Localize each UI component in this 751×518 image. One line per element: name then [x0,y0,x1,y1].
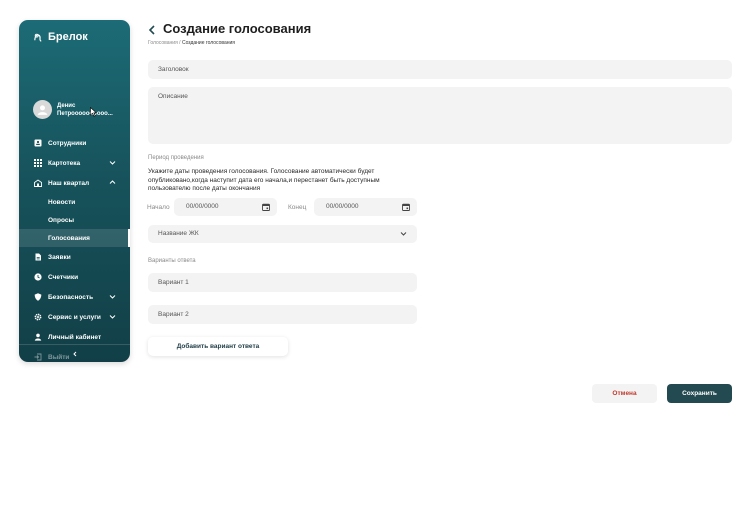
title-input[interactable]: Заголовок [148,60,732,79]
residential-complex-placeholder: Название ЖК [158,230,199,237]
brand-logo[interactable]: Брелок [33,31,88,43]
description-textarea[interactable]: Описание [148,87,732,144]
start-date-label: Начало [147,204,170,211]
start-date-value: 00/00/0000 [186,203,219,210]
sidebar-item-label: Заявки [48,253,71,261]
sidebar-item-catalog[interactable]: Картотека [19,153,130,173]
period-label: Период проведения [148,155,204,161]
mouse-cursor-icon [90,107,97,117]
sidebar-item-label: Безопасность [48,293,94,301]
sidebar-item-requests[interactable]: Заявки [19,247,130,267]
chevron-down-icon [109,315,116,319]
variant-input[interactable]: Вариант 2 [148,305,417,324]
sidebar-item-services[interactable]: Сервис и услуги [19,307,130,327]
buildings-icon [33,179,42,188]
breadcrumb-current: Создание голосования [181,40,236,46]
end-date-input[interactable]: 00/00/0000 [314,198,417,216]
logo-icon [34,33,42,42]
end-date-value: 00/00/0000 [326,203,359,210]
sidebar-item-label: Картотека [48,159,81,167]
save-button[interactable]: Сохранить [667,384,732,403]
variants-label: Варианты ответа [148,258,196,264]
residential-complex-select[interactable]: Название ЖК [148,225,417,243]
chevron-up-icon [109,180,116,184]
sidebar-item-meters[interactable]: Счетчики [19,267,130,287]
chevron-down-icon [109,161,116,165]
chevron-down-icon [400,232,407,236]
sidebar-nav: Сотрудники Картотека Наш квартал Новости… [19,133,130,362]
user-icon [33,333,42,342]
breadcrumb-parent[interactable]: Голосования [148,40,178,46]
sidebar-item-label: Сервис и услуги [48,313,101,321]
avatar [33,100,52,119]
sidebar-item-security[interactable]: Безопасность [19,287,130,307]
page-title: Создание голосования [163,21,312,36]
user-name: Денис Петроооооооооо... [57,102,113,117]
sidebar-item-label: Личный кабинет [48,333,102,341]
collapse-sidebar-button[interactable] [19,344,130,362]
document-icon [33,253,42,262]
gear-icon [33,313,42,322]
sidebar-item-label: Наш квартал [48,179,90,187]
grid-icon [33,159,42,168]
period-hint: Укажите даты проведения голосования. Гол… [148,168,380,192]
sidebar-subitem-polls[interactable]: Опросы [19,211,130,229]
sidebar-subitem-news[interactable]: Новости [19,193,130,211]
breadcrumb: Голосования / Создание голосования [148,40,235,46]
user-profile[interactable]: Денис Петроооооооооо... [33,100,117,119]
sidebar-subitem-votings[interactable]: Голосования [19,229,130,247]
chevron-down-icon [109,295,116,299]
calendar-icon[interactable] [402,203,410,211]
calendar-icon[interactable] [262,203,270,211]
sidebar-item-label: Сотрудники [48,139,87,147]
end-date-label: Конец [288,204,307,211]
back-arrow-icon[interactable] [147,24,157,36]
sidebar-item-our-quarter[interactable]: Наш квартал [19,173,130,193]
cancel-button[interactable]: Отмена [592,384,657,403]
brand-name: Брелок [48,31,88,43]
badge-icon [33,139,42,148]
variant-input[interactable]: Вариант 1 [148,273,417,292]
sidebar: Брелок Денис Петроооооооооо... Сотрудник… [19,20,130,362]
add-variant-button[interactable]: Добавить вариант ответа [148,337,288,356]
shield-icon [33,293,42,302]
sidebar-item-employees[interactable]: Сотрудники [19,133,130,153]
chevron-left-icon [72,351,76,356]
start-date-input[interactable]: 00/00/0000 [174,198,277,216]
sidebar-item-label: Счетчики [48,273,79,281]
clock-icon [33,273,42,282]
user-avatar-icon [37,105,48,115]
